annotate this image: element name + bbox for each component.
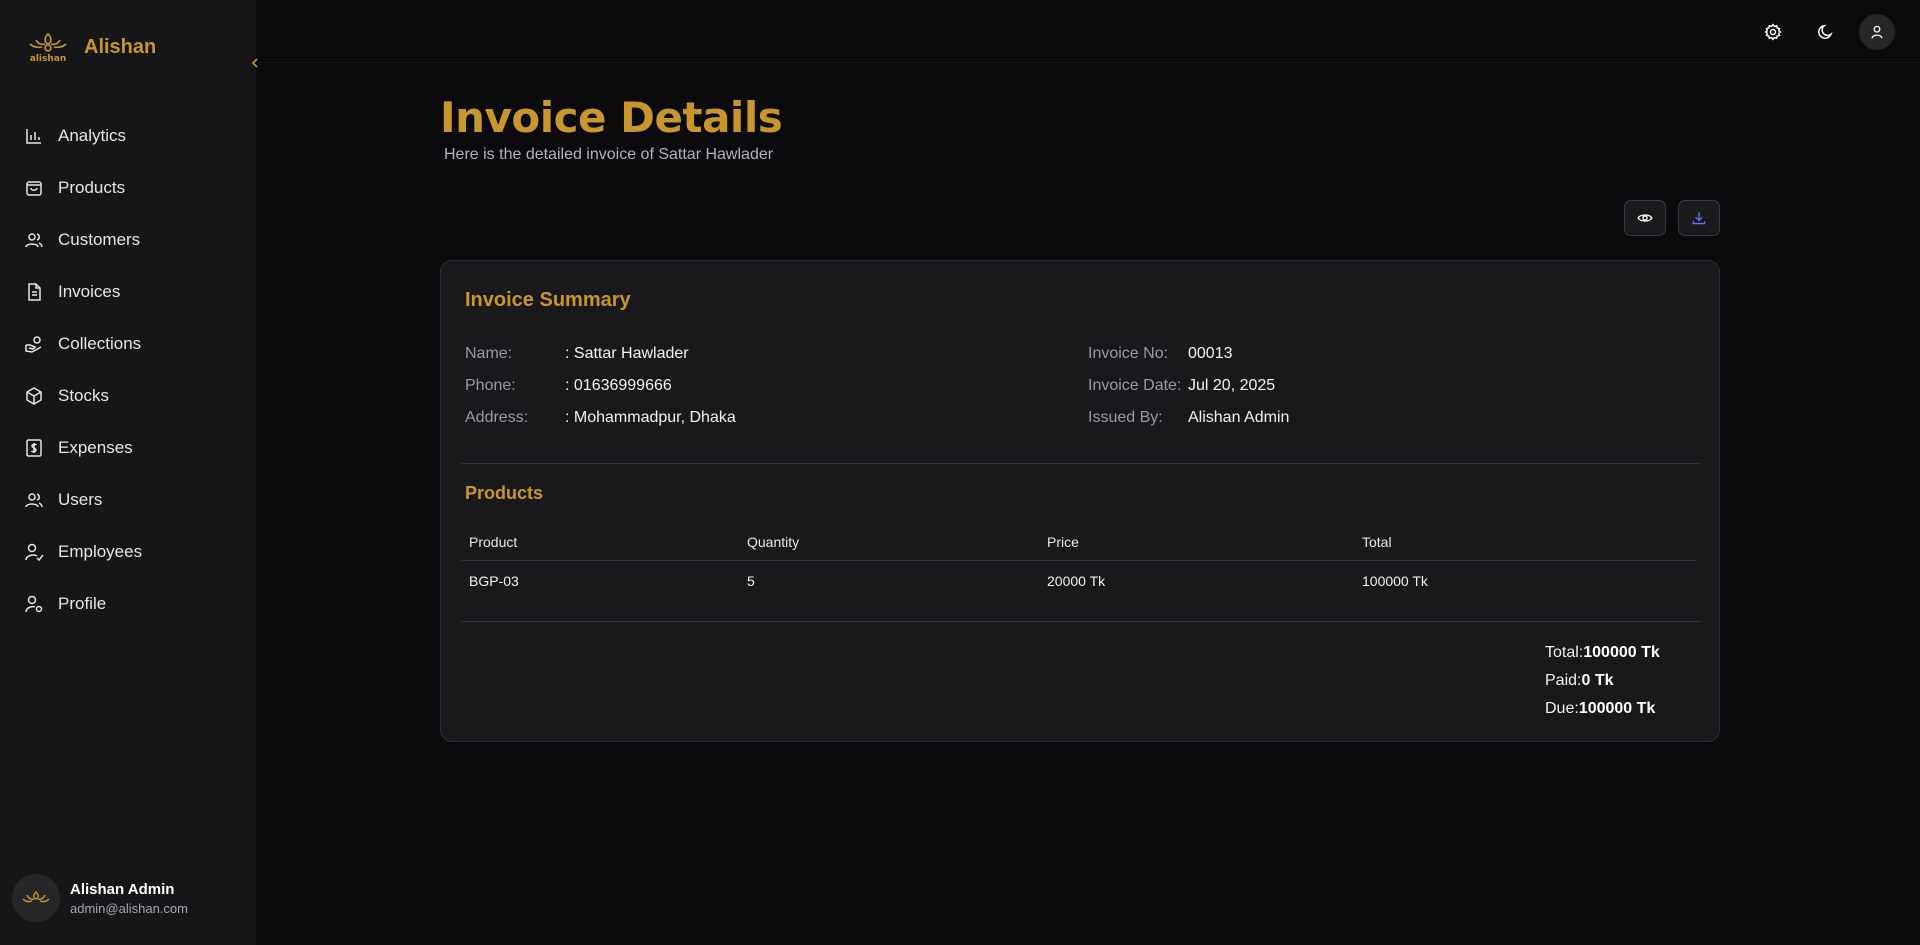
total-line: Total:100000 Tk: [1545, 639, 1660, 667]
account-button[interactable]: [1859, 14, 1895, 50]
sidebar-item-profile[interactable]: Profile: [0, 578, 256, 630]
topbar: [256, 0, 1920, 63]
brand-logo-text: alishan: [30, 54, 67, 64]
user-check-icon: [25, 543, 44, 562]
avatar: [12, 874, 60, 922]
users-icon: [25, 493, 43, 508]
customer-address-row: Address: : Mohammadpur, Dhaka: [465, 409, 736, 427]
moon-icon: [1818, 24, 1833, 39]
download-icon: [1692, 212, 1706, 225]
sidebar-item-stocks[interactable]: Stocks: [0, 370, 256, 422]
sidebar-item-employees[interactable]: Employees: [0, 526, 256, 578]
brand-name: Alishan: [84, 35, 157, 58]
section-divider: [461, 463, 1701, 464]
totals-divider: [461, 621, 1701, 622]
issued-by-value: Alishan Admin: [1188, 409, 1290, 426]
brand-logo-icon: alishan: [29, 32, 67, 64]
sidebar-item-analytics[interactable]: Analytics: [0, 110, 256, 162]
paid-value: 0 Tk: [1581, 672, 1614, 689]
sidebar-nav: Analytics Products Customers Invoices Co…: [0, 110, 256, 630]
sidebar-item-collections[interactable]: Collections: [0, 318, 256, 370]
brand-logo-icon: [22, 891, 50, 903]
issued-by-label: Issued By:: [1088, 409, 1163, 426]
products-title: Products: [465, 483, 544, 503]
bar-chart-icon: [26, 129, 41, 144]
invoice-date-row: Invoice Date: Jul 20, 2025: [1088, 377, 1275, 395]
view-invoice-button[interactable]: [1624, 200, 1666, 236]
invoice-summary-card: Invoice Summary Name: : Sattar Hawlader …: [440, 260, 1720, 742]
due-label: Due:: [1545, 700, 1579, 717]
download-invoice-button[interactable]: [1678, 200, 1720, 236]
customer-name-label: Name:: [465, 345, 513, 362]
invoice-date-value: Jul 20, 2025: [1188, 377, 1276, 394]
column-header-price: Price: [1047, 533, 1079, 550]
customer-name-row: Name: : Sattar Hawlader: [465, 345, 689, 363]
sidebar-item-label: Analytics: [58, 126, 127, 145]
issued-by-row: Issued By: Alishan Admin: [1088, 409, 1289, 427]
cell-total: 100000 Tk: [1362, 573, 1428, 589]
settings-button[interactable]: [1757, 16, 1789, 48]
sidebar-item-expenses[interactable]: Expenses: [0, 422, 256, 474]
invoice-no-value: 00013: [1188, 345, 1233, 362]
user-email: admin@alishan.com: [70, 900, 188, 916]
sidebar-item-label: Customers: [58, 230, 141, 249]
invoice-no-label: Invoice No:: [1088, 345, 1169, 362]
customer-address-value: : Mohammadpur, Dhaka: [565, 409, 736, 426]
file-text-icon: [28, 283, 41, 301]
user-name: Alishan Admin: [70, 880, 175, 898]
sidebar: alishan Alishan Analytics Products Custo…: [0, 0, 258, 945]
invoice-date-label: Invoice Date:: [1088, 377, 1182, 394]
sidebar-item-label: Users: [58, 490, 103, 509]
due-value: 100000 Tk: [1578, 700, 1656, 717]
sidebar-item-users[interactable]: Users: [0, 474, 256, 526]
total-label: Total:: [1545, 644, 1584, 661]
paid-line: Paid:0 Tk: [1545, 667, 1660, 695]
sidebar-item-label: Employees: [58, 542, 143, 561]
cell-product: BGP-03: [469, 573, 519, 589]
package-icon: [26, 387, 42, 405]
theme-toggle-button[interactable]: [1810, 16, 1842, 48]
sidebar-item-label: Expenses: [58, 438, 133, 457]
dollar-receipt-icon: [26, 439, 42, 457]
sidebar-item-customers[interactable]: Customers: [0, 214, 256, 266]
products-table-header: Product Quantity Price Total: [461, 523, 1697, 561]
column-header-total: Total: [1362, 533, 1392, 550]
invoice-no-row: Invoice No: 00013: [1088, 345, 1233, 363]
customer-address-label: Address:: [465, 409, 529, 426]
paid-label: Paid:: [1545, 672, 1582, 689]
customer-phone-row: Phone: : 01636999666: [465, 377, 672, 395]
sidebar-item-label: Collections: [58, 334, 142, 353]
sidebar-item-label: Stocks: [58, 386, 110, 405]
sidebar-item-invoices[interactable]: Invoices: [0, 266, 256, 318]
invoice-totals: Total:100000 Tk Paid:0 Tk Due:100000 Tk: [1545, 639, 1660, 723]
customer-phone-value: : 01636999666: [565, 377, 672, 394]
table-row: BGP-03 5 20000 Tk 100000 Tk: [461, 562, 1697, 600]
sidebar-item-products[interactable]: Products: [0, 162, 256, 214]
user-cog-icon: [25, 595, 43, 613]
customer-phone-label: Phone:: [465, 377, 516, 394]
sidebar-item-label: Profile: [58, 594, 107, 613]
shopping-bag-icon: [26, 181, 42, 196]
column-header-quantity: Quantity: [747, 533, 800, 550]
brand[interactable]: alishan Alishan: [26, 28, 156, 66]
eye-icon: [1637, 214, 1653, 222]
customer-name-value: : Sattar Hawlader: [565, 345, 689, 362]
sidebar-user-card[interactable]: Alishan Admin admin@alishan.com: [12, 874, 188, 922]
page-title: Invoice Details: [440, 93, 783, 142]
cell-quantity: 5: [747, 573, 755, 589]
user-icon: [1871, 25, 1883, 39]
due-line: Due:100000 Tk: [1545, 695, 1660, 723]
sidebar-item-label: Invoices: [58, 282, 121, 301]
settings-icon: [1764, 23, 1782, 41]
total-value: 100000 Tk: [1583, 644, 1660, 661]
cell-price: 20000 Tk: [1047, 573, 1106, 589]
invoice-summary-title: Invoice Summary: [465, 289, 631, 311]
hand-coins-icon: [25, 336, 42, 353]
column-header-product: Product: [469, 533, 518, 550]
sidebar-item-label: Products: [58, 178, 126, 197]
page-subtitle: Here is the detailed invoice of Sattar H…: [444, 146, 774, 163]
users-icon: [25, 233, 43, 248]
